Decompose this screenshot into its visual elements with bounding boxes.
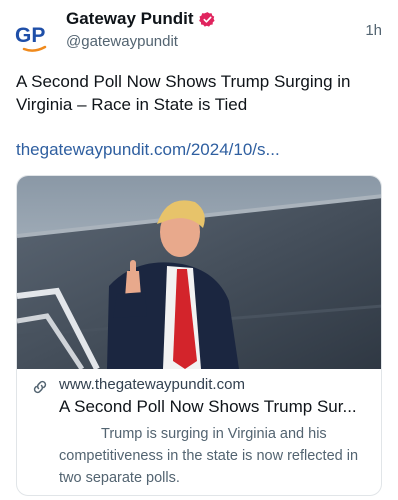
card-domain[interactable]: www.thegatewaypundit.com	[59, 376, 245, 393]
post-container[interactable]: GP Gateway Pundit @gatewaypundit 1h A Se…	[0, 0, 398, 500]
avatar[interactable]: GP	[14, 16, 54, 56]
post-text: A Second Poll Now Shows Trump Surging in…	[16, 72, 351, 114]
card-title[interactable]: A Second Poll Now Shows Trump Sur...	[59, 397, 375, 417]
post-timestamp[interactable]: 1h	[365, 22, 382, 39]
link-icon	[31, 378, 49, 396]
card-image[interactable]	[17, 176, 381, 369]
verified-badge-icon	[198, 11, 216, 28]
post-link[interactable]: thegatewaypundit.com/2024/10/s...	[16, 138, 384, 161]
card-description: Trump is surging in Virginia and his com…	[59, 426, 359, 486]
author-handle[interactable]: @gatewaypundit	[66, 33, 178, 50]
avatar-text: GP	[15, 24, 45, 47]
author-name-row[interactable]: Gateway Pundit	[66, 9, 216, 29]
link-preview-card[interactable]: www.thegatewaypundit.com A Second Poll N…	[16, 175, 382, 496]
card-meta[interactable]: www.thegatewaypundit.com A Second Poll N…	[17, 369, 381, 495]
display-name[interactable]: Gateway Pundit	[66, 9, 194, 29]
